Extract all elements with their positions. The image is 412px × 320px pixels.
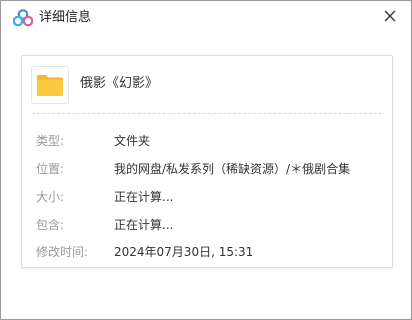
item-name: 俄影《幻影》	[80, 76, 159, 91]
detail-row-type: 类型: 文件夹	[22, 132, 392, 150]
type-value: 文件夹	[114, 134, 151, 148]
title-bar: 详细信息	[1, 1, 411, 35]
detail-row-location: 位置: 我的网盘/私发系列（稀缺资源）/＊俄剧合集	[22, 160, 392, 178]
type-label: 类型:	[36, 134, 65, 148]
dialog-title: 详细信息	[39, 10, 92, 25]
location-value[interactable]: 我的网盘/私发系列（稀缺资源）/＊俄剧合集	[114, 160, 350, 178]
close-icon	[384, 10, 396, 22]
contains-value: 正在计算...	[114, 218, 174, 232]
folder-icon	[37, 75, 63, 96]
baidu-netdisk-cloud-icon	[13, 9, 33, 27]
close-button[interactable]	[379, 5, 401, 27]
size-label: 大小:	[36, 190, 65, 204]
detail-row-modified: 修改时间: 2024年07月30日, 15:31	[22, 243, 392, 261]
divider	[32, 113, 382, 114]
folder-thumbnail	[31, 66, 69, 104]
item-header: 俄影《幻影》	[22, 56, 392, 112]
size-value: 正在计算...	[114, 190, 174, 204]
detail-row-contains: 包含: 正在计算...	[22, 216, 392, 234]
modified-label: 修改时间:	[36, 245, 89, 259]
location-label: 位置:	[36, 162, 65, 176]
details-panel: 俄影《幻影》 类型: 文件夹 位置: 我的网盘/私发系列（稀缺资源）/＊俄剧合集…	[21, 55, 393, 268]
contains-label: 包含:	[36, 218, 65, 232]
detail-row-size: 大小: 正在计算...	[22, 188, 392, 206]
modified-value: 2024年07月30日, 15:31	[114, 245, 254, 259]
details-dialog: 详细信息 俄影《幻影》 类型: 文件夹 位置: 我的网盘/私发系列（稀缺资源）/…	[0, 0, 412, 320]
